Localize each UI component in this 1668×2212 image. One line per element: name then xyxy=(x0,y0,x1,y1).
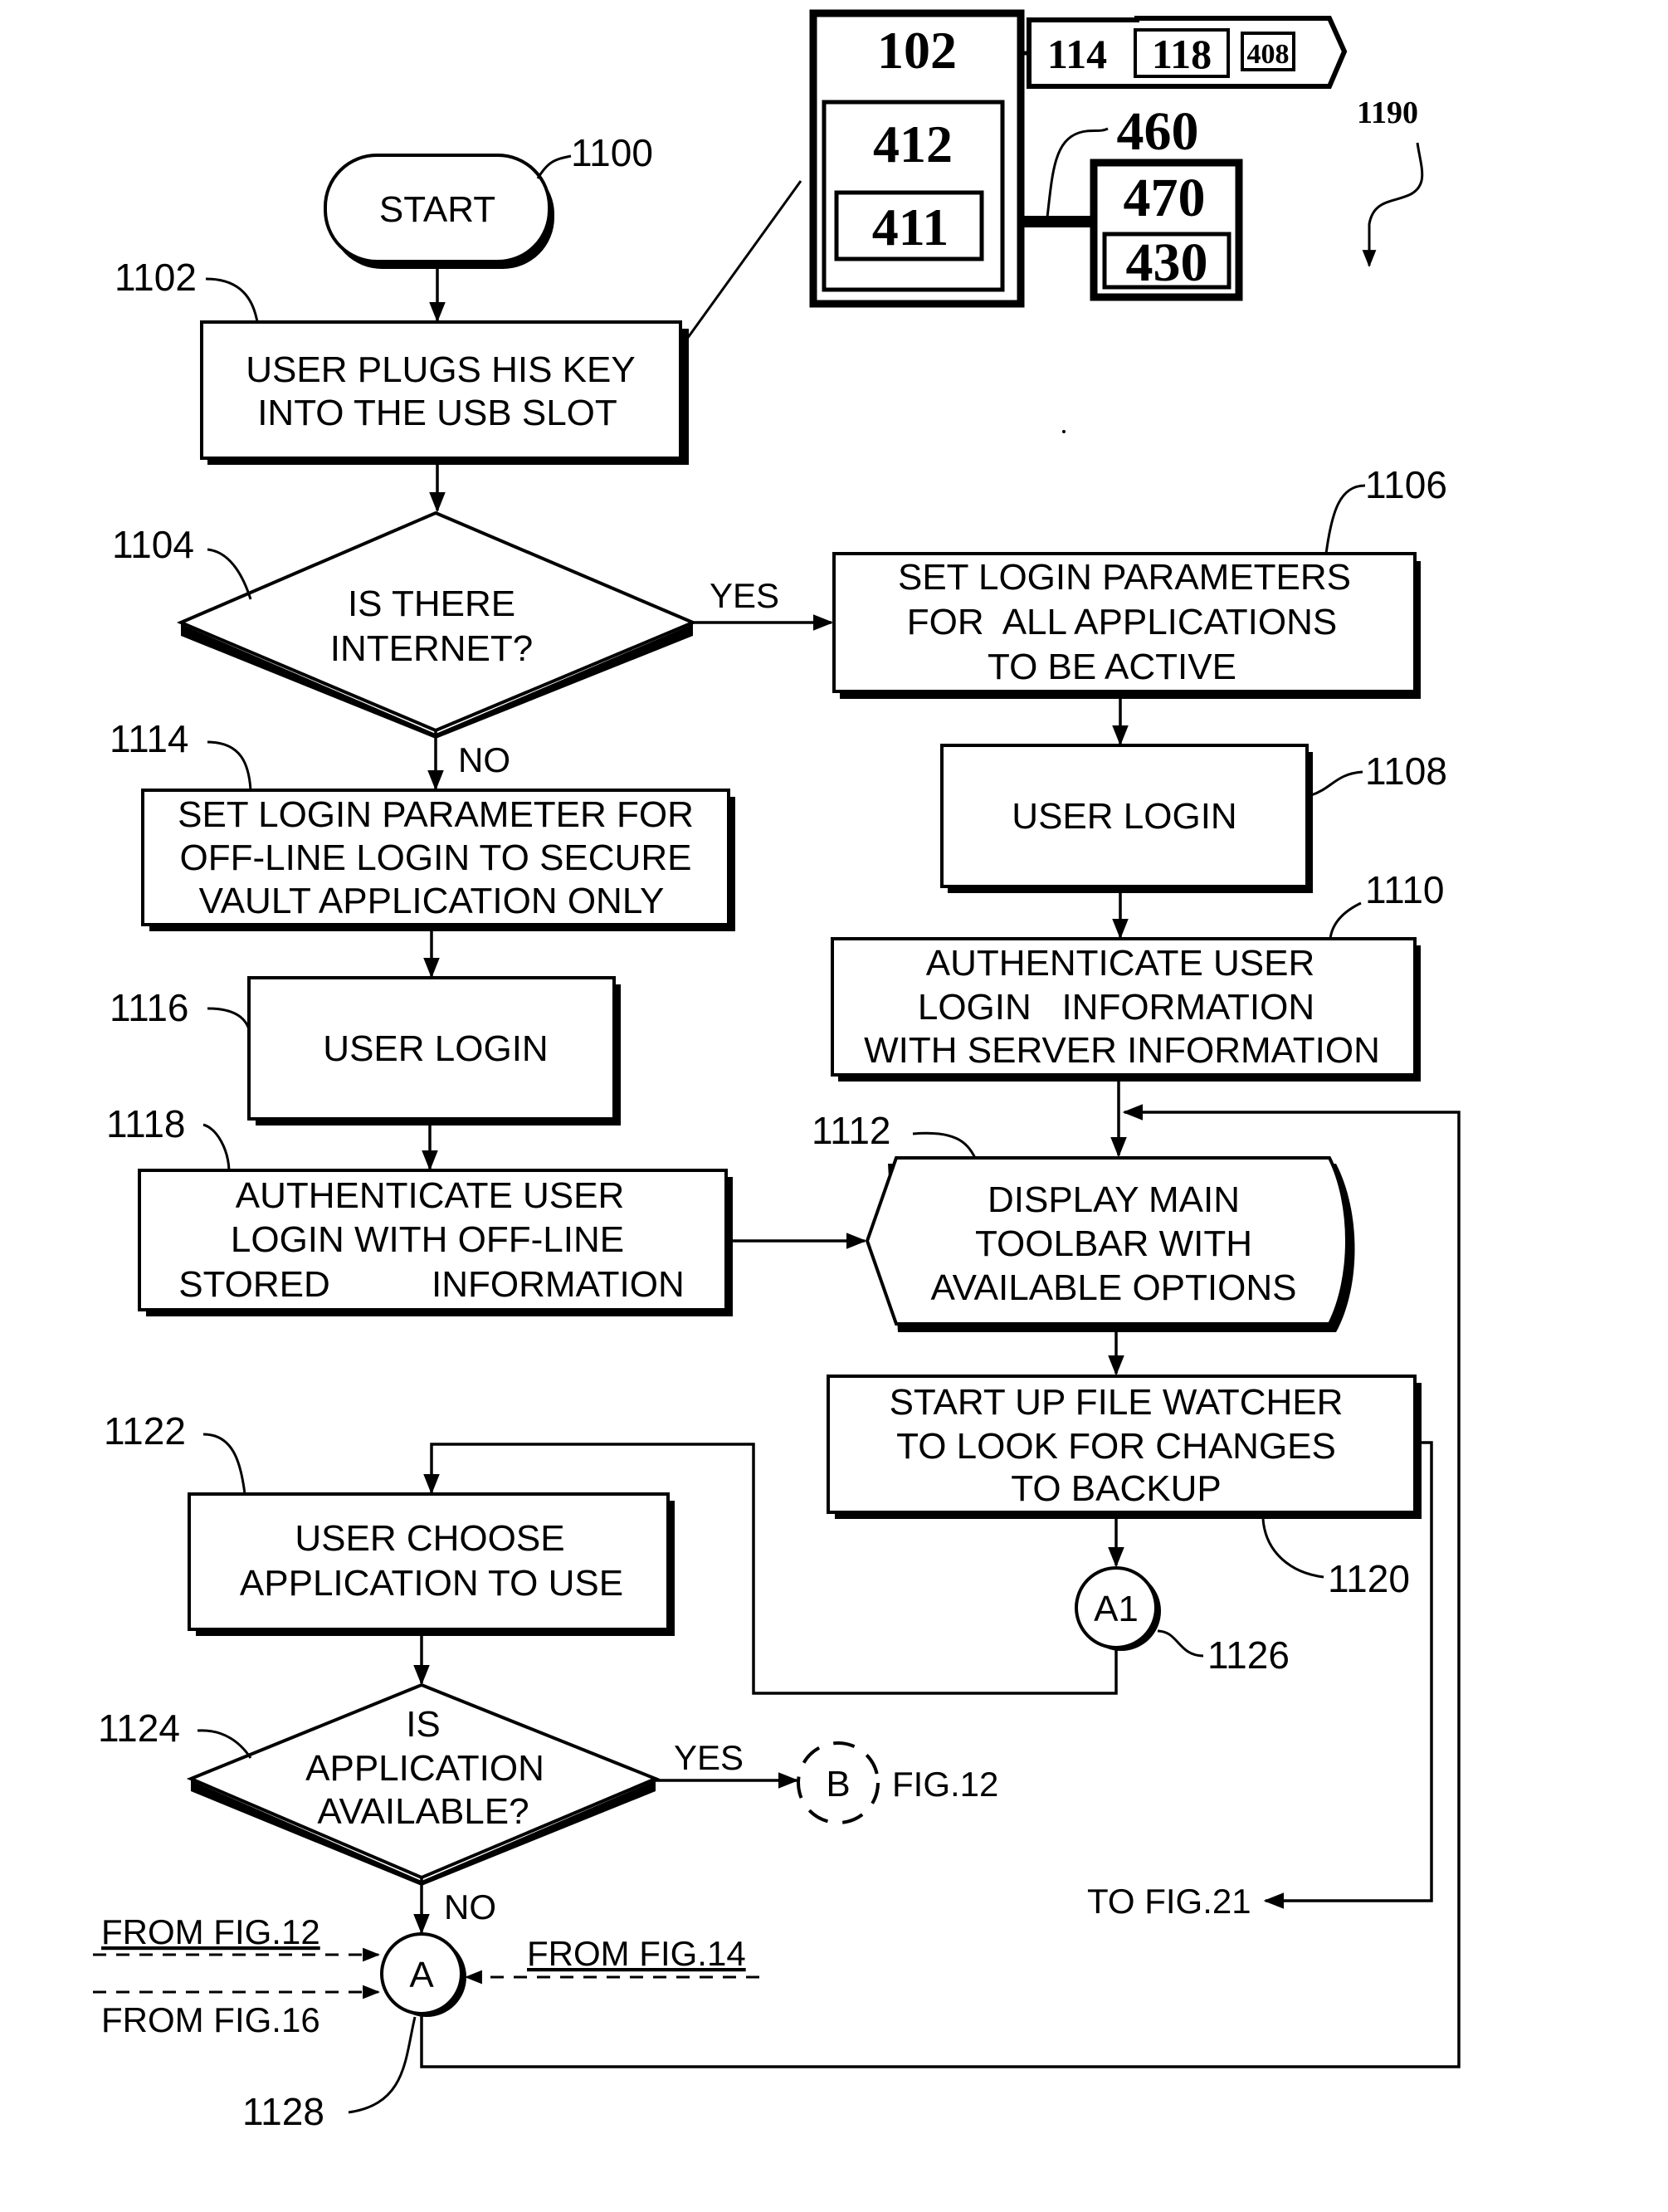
device-inset: 102 412 411 114 118 408 460 470 430 xyxy=(681,9,1348,345)
ref-1104-leader xyxy=(207,548,252,600)
box-1102 xyxy=(200,320,682,460)
edge-label-yes-app: YES xyxy=(674,1738,744,1777)
off-page-from-fig12[interactable]: FROM FIG.12 xyxy=(101,1912,320,1951)
diamond-1124-line2: APPLICATION xyxy=(305,1748,544,1789)
ref-1118: 1118 xyxy=(106,1102,186,1145)
device-leader-line xyxy=(681,180,802,345)
figure-ref-arrow xyxy=(1362,142,1424,268)
box-1120-line3: TO BACKUP xyxy=(1011,1468,1221,1509)
diamond-1104-line2: INTERNET? xyxy=(330,628,533,669)
display-1112-line1: DISPLAY MAIN xyxy=(988,1179,1240,1220)
ref-1120: 1120 xyxy=(1328,1557,1410,1600)
ref-1112: 1112 xyxy=(812,1109,891,1152)
ref-1116-leader xyxy=(207,1007,251,1030)
key-ref-label: 102 xyxy=(877,21,957,80)
ref-1126-leader xyxy=(1157,1629,1204,1658)
ref-1112-leader xyxy=(912,1131,977,1159)
box-1102-line1: USER PLUGS HIS KEY xyxy=(246,349,635,390)
edge-label-no-internet: NO xyxy=(458,740,510,779)
ref-460: 460 xyxy=(1117,101,1199,162)
box-1120-line1: START UP FILE WATCHER xyxy=(890,1382,1344,1423)
tag-ref-118: 118 xyxy=(1152,31,1212,77)
box-1110-line3: WITH SERVER INFORMATION xyxy=(864,1030,1380,1071)
off-page-to-fig21: TO FIG.21 xyxy=(1087,1882,1251,1921)
display-1112-line3: AVAILABLE OPTIONS xyxy=(931,1267,1297,1308)
box-1106-line2: FOR ALL APPLICATIONS xyxy=(907,602,1337,642)
box-1108-label: USER LOGIN xyxy=(1012,796,1236,837)
flowchart: 102 412 411 114 118 408 460 470 430 1190… xyxy=(93,9,1461,2133)
connector-a-label: A xyxy=(409,1955,434,1995)
ref-1102-leader xyxy=(205,277,259,323)
inner-ref-label: 412 xyxy=(873,115,953,173)
display-1112-line2: TOOLBAR WITH xyxy=(975,1223,1252,1264)
diamond-1124-line3: AVAILABLE? xyxy=(317,1791,529,1832)
box-1118-line2: LOGIN WITH OFF-LINE xyxy=(231,1219,624,1260)
edge-label-yes-internet: YES xyxy=(710,576,779,615)
ref-1100-leader xyxy=(536,154,572,179)
box-1114-line1: SET LOGIN PARAMETER FOR xyxy=(178,794,694,835)
off-page-from-fig16[interactable]: FROM FIG.16 xyxy=(101,2000,320,2039)
ref-1108-leader xyxy=(1310,770,1363,797)
ref-1118-leader xyxy=(202,1123,231,1171)
figure-ref-1190: 1190 xyxy=(1357,95,1418,130)
ref-1122: 1122 xyxy=(104,1409,186,1453)
start-label: START xyxy=(379,189,495,230)
box-1106-line1: SET LOGIN PARAMETERS xyxy=(898,557,1351,598)
ref-1122-leader xyxy=(202,1433,246,1495)
ref-1126: 1126 xyxy=(1207,1633,1290,1677)
connector-b-label: B xyxy=(826,1764,850,1804)
tag-ref-114: 114 xyxy=(1047,31,1107,77)
ref-1106: 1106 xyxy=(1365,463,1447,506)
ref-1116: 1116 xyxy=(110,986,189,1029)
scan-speck xyxy=(1062,430,1066,433)
ref-1124-leader xyxy=(197,1729,252,1759)
ref-1114-leader xyxy=(207,740,252,791)
module-ref-470: 470 xyxy=(1124,168,1206,228)
off-page-from-fig14[interactable]: FROM FIG.14 xyxy=(527,1934,746,1973)
box-1102-line2: INTO THE USB SLOT xyxy=(257,393,617,433)
box-1110-line2: LOGIN INFORMATION xyxy=(918,987,1314,1028)
ref-1104: 1104 xyxy=(112,523,194,566)
ref-1100: 1100 xyxy=(571,131,653,174)
box-1114-line3: VAULT APPLICATION ONLY xyxy=(199,881,665,921)
box-1116-label: USER LOGIN xyxy=(323,1028,548,1069)
box-1122-line2: APPLICATION TO USE xyxy=(240,1563,623,1604)
ref-1120-leader xyxy=(1261,1518,1324,1579)
box-1122-line1: USER CHOOSE xyxy=(295,1518,564,1559)
ref-1110-leader xyxy=(1329,901,1362,940)
edge-label-no-app: NO xyxy=(444,1887,496,1926)
ref-1102: 1102 xyxy=(115,256,197,299)
module-ref-430: 430 xyxy=(1126,232,1208,293)
ref-1106-leader xyxy=(1324,484,1366,554)
box-1110-line1: AUTHENTICATE USER xyxy=(926,943,1315,984)
tag-ref-408: 408 xyxy=(1247,39,1290,70)
box-1120-line2: TO LOOK FOR CHANGES xyxy=(896,1426,1336,1467)
connector-a1-label: A1 xyxy=(1094,1589,1139,1629)
box-1118-line1: AUTHENTICATE USER xyxy=(236,1175,625,1216)
box-1106-line3: TO BE ACTIVE xyxy=(988,647,1236,687)
ref-1108: 1108 xyxy=(1365,750,1447,793)
diamond-1124-line1: IS xyxy=(406,1704,441,1745)
box-1122 xyxy=(188,1492,670,1631)
connector-b-target[interactable]: FIG.12 xyxy=(892,1765,998,1804)
innermost-ref-label: 411 xyxy=(872,198,949,256)
ref-1110: 1110 xyxy=(1365,868,1445,911)
ref-1128-leader xyxy=(348,2016,417,2114)
box-1118-line3: STORED INFORMATION xyxy=(178,1264,685,1305)
ref-1128: 1128 xyxy=(242,2090,324,2133)
ref-1114: 1114 xyxy=(110,717,189,760)
box-1114-line2: OFF-LINE LOGIN TO SECURE xyxy=(180,837,692,878)
diamond-1104-line1: IS THERE xyxy=(348,584,515,624)
ref-1124: 1124 xyxy=(98,1707,180,1750)
